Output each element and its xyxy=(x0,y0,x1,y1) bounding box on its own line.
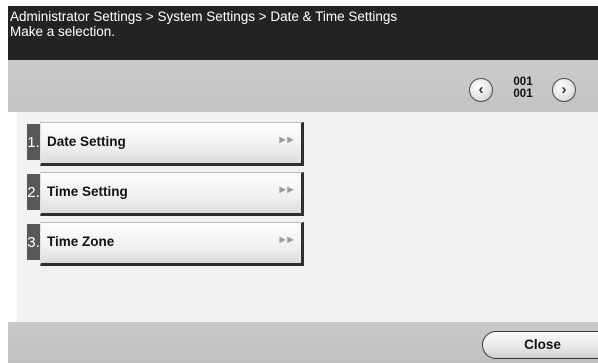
menu-item-number: 2. xyxy=(27,174,40,210)
double-arrow-right-icon: ►► xyxy=(277,134,296,146)
double-arrow-right-icon: ►► xyxy=(277,234,296,246)
menu-item-label: Time Zone xyxy=(47,234,115,249)
menu-item-time-zone[interactable]: 3. Time Zone ►► xyxy=(27,222,304,266)
date-setting-button[interactable]: Date Setting ►► xyxy=(40,122,304,166)
chevron-left-icon: ‹ xyxy=(478,81,484,98)
breadcrumb: Administrator Settings > System Settings… xyxy=(10,9,398,24)
previous-page-button[interactable]: ‹ xyxy=(469,78,493,102)
menu-item-number: 1. xyxy=(27,124,40,160)
time-setting-button[interactable]: Time Setting ►► xyxy=(40,172,304,216)
current-page-number: 001 xyxy=(513,76,533,88)
menu-panel: 1. Date Setting ►► 2. Time Setting ►► 3.… xyxy=(17,112,598,322)
menu-item-time-setting[interactable]: 2. Time Setting ►► xyxy=(27,172,304,216)
close-button[interactable]: Close xyxy=(482,331,598,359)
page-counter: 001 001 xyxy=(506,76,540,100)
next-page-button[interactable]: › xyxy=(552,78,576,102)
double-arrow-right-icon: ►► xyxy=(277,184,296,196)
menu-item-date-setting[interactable]: 1. Date Setting ►► xyxy=(27,122,304,166)
time-zone-button[interactable]: Time Zone ►► xyxy=(40,222,304,266)
page-navigation-bar: ‹ 001 001 › xyxy=(8,60,598,112)
menu-item-label: Time Setting xyxy=(47,184,128,199)
header-bar: Administrator Settings > System Settings… xyxy=(8,6,598,60)
total-page-number: 001 xyxy=(513,88,533,100)
instruction-text: Make a selection. xyxy=(10,24,116,39)
menu-item-number: 3. xyxy=(27,224,40,260)
chevron-right-icon: › xyxy=(561,81,567,98)
screen-frame: Administrator Settings > System Settings… xyxy=(8,6,598,363)
footer-bar: Close xyxy=(8,322,598,363)
menu-item-label: Date Setting xyxy=(47,134,126,149)
